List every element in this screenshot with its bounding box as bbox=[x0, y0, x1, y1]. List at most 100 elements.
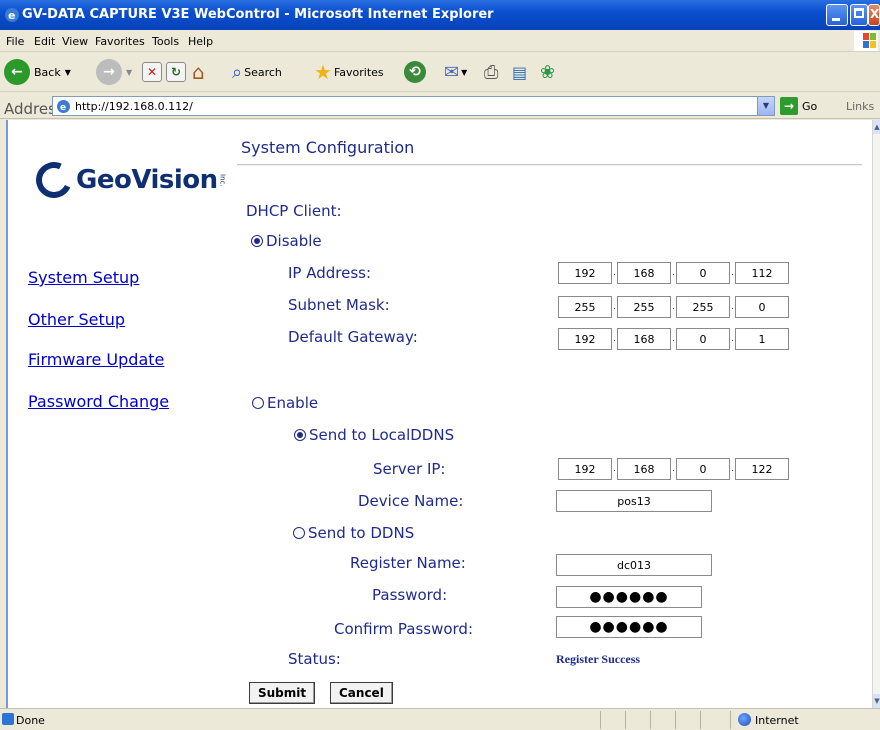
localddns-label: Send to LocalDDNS bbox=[309, 426, 455, 444]
dropdown-arrow-icon: ▼ bbox=[126, 67, 133, 77]
toolbar: ← Back ▼ → ▼ ✕ ↻ ⌂ ⌕ Search ★ Favorites … bbox=[0, 52, 880, 92]
forward-button[interactable]: → ▼ bbox=[96, 58, 132, 86]
status-bar: Done Internet bbox=[0, 708, 880, 730]
address-input[interactable]: e http://192.168.0.112/ ▼ bbox=[52, 96, 775, 116]
default-gateway-label: Default Gateway: bbox=[288, 328, 418, 346]
edit-button[interactable]: ▤ bbox=[512, 58, 527, 86]
favorites-button[interactable]: ★ Favorites bbox=[314, 58, 384, 86]
history-icon: ⟲ bbox=[404, 61, 426, 83]
scroll-up-icon[interactable]: ▲ bbox=[873, 120, 880, 134]
menu-tools[interactable]: Tools bbox=[152, 35, 179, 48]
status-divider bbox=[730, 711, 731, 729]
device-name-input[interactable] bbox=[556, 490, 712, 512]
menu-help[interactable]: Help bbox=[188, 35, 213, 48]
vertical-scrollbar[interactable]: ▲ ▼ bbox=[872, 120, 880, 708]
history-button[interactable]: ⟲ bbox=[404, 58, 426, 86]
send-to-ddns-radio[interactable]: Send to DDNS bbox=[293, 524, 414, 542]
gateway-octet-2[interactable] bbox=[617, 328, 671, 350]
radio-unselected-icon bbox=[252, 397, 264, 409]
server-ip-octet-2[interactable] bbox=[617, 458, 671, 480]
address-dropdown-icon[interactable]: ▼ bbox=[757, 97, 774, 115]
ddns-label: Send to DDNS bbox=[308, 524, 415, 542]
messenger-button[interactable]: ❀ bbox=[540, 58, 555, 86]
go-button[interactable]: → Go bbox=[780, 97, 817, 115]
svg-text:e: e bbox=[8, 9, 15, 22]
refresh-button[interactable]: ↻ bbox=[166, 58, 186, 86]
confirm-password-input[interactable] bbox=[556, 616, 702, 638]
menu-favorites[interactable]: Favorites bbox=[95, 35, 145, 48]
search-label: Search bbox=[244, 65, 282, 79]
radio-unselected-icon bbox=[293, 527, 305, 539]
menu-edit[interactable]: Edit bbox=[34, 35, 55, 48]
register-name-label: Register Name: bbox=[350, 554, 466, 572]
maximize-button[interactable] bbox=[850, 4, 868, 26]
ip-octet-2[interactable] bbox=[617, 262, 671, 284]
geovision-logo: GeoVision Inc. bbox=[30, 156, 227, 204]
server-ip-octet-3[interactable] bbox=[676, 458, 730, 480]
dropdown-arrow-icon: ▼ bbox=[461, 67, 468, 77]
favorites-label: Favorites bbox=[333, 65, 384, 79]
svg-text:e: e bbox=[60, 103, 66, 113]
title-divider bbox=[237, 164, 862, 166]
status-divider bbox=[700, 711, 701, 729]
back-button[interactable]: ← Back ▼ bbox=[4, 58, 71, 86]
ip-address-field: . . . bbox=[558, 262, 789, 284]
subnet-octet-1[interactable] bbox=[558, 296, 612, 318]
internet-globe-icon bbox=[738, 713, 751, 726]
nav-other-setup[interactable]: Other Setup bbox=[28, 310, 125, 329]
go-arrow-icon: → bbox=[780, 97, 798, 115]
mail-icon: ✉ bbox=[444, 61, 460, 83]
gateway-octet-1[interactable] bbox=[558, 328, 612, 350]
cancel-button[interactable]: Cancel bbox=[330, 682, 393, 704]
nav-password-change[interactable]: Password Change bbox=[28, 392, 169, 411]
search-button[interactable]: ⌕ Search bbox=[232, 58, 282, 86]
radio-selected-icon bbox=[251, 235, 263, 247]
browser-window: e GV-DATA CAPTURE V3E WebControl - Micro… bbox=[0, 0, 880, 730]
nav-system-setup[interactable]: System Setup bbox=[28, 268, 139, 287]
ip-octet-1[interactable] bbox=[558, 262, 612, 284]
subnet-octet-4[interactable] bbox=[735, 296, 789, 318]
minimize-icon bbox=[832, 18, 840, 21]
password-input[interactable] bbox=[556, 586, 702, 608]
disable-radio[interactable]: Disable bbox=[251, 232, 322, 250]
dropdown-arrow-icon: ▼ bbox=[64, 67, 71, 77]
home-button[interactable]: ⌂ bbox=[192, 58, 205, 86]
star-icon: ★ bbox=[314, 60, 332, 84]
mail-button[interactable]: ✉ ▼ bbox=[444, 58, 467, 86]
title-bar: e GV-DATA CAPTURE V3E WebControl - Micro… bbox=[0, 0, 880, 30]
enable-label: Enable bbox=[267, 394, 319, 412]
gateway-octet-3[interactable] bbox=[676, 328, 730, 350]
enable-radio[interactable]: Enable bbox=[252, 394, 318, 412]
device-name-label: Device Name: bbox=[358, 492, 464, 510]
links-button[interactable]: Links bbox=[846, 100, 874, 113]
server-ip-octet-4[interactable] bbox=[735, 458, 789, 480]
status-divider bbox=[600, 711, 601, 729]
minimize-button[interactable] bbox=[826, 4, 848, 26]
address-bar: Address e http://192.168.0.112/ ▼ → Go L… bbox=[0, 93, 880, 119]
gateway-octet-4[interactable] bbox=[735, 328, 789, 350]
web-page: GeoVision Inc. System Setup Other Setup … bbox=[6, 120, 872, 708]
ip-address-label: IP Address: bbox=[288, 264, 372, 282]
go-label: Go bbox=[802, 99, 818, 113]
status-label: Status: bbox=[288, 650, 341, 668]
messenger-icon: ❀ bbox=[540, 61, 556, 83]
server-ip-label: Server IP: bbox=[373, 460, 446, 478]
ip-octet-3[interactable] bbox=[676, 262, 730, 284]
menu-view[interactable]: View bbox=[62, 35, 88, 48]
window-title: GV-DATA CAPTURE V3E WebControl - Microso… bbox=[22, 7, 494, 22]
subnet-octet-3[interactable] bbox=[676, 296, 730, 318]
print-button[interactable]: ⎙ bbox=[484, 58, 498, 86]
ip-octet-4[interactable] bbox=[735, 262, 789, 284]
close-button[interactable]: X bbox=[868, 4, 880, 26]
nav-firmware-update[interactable]: Firmware Update bbox=[28, 350, 164, 369]
send-to-localddns-radio[interactable]: Send to LocalDDNS bbox=[294, 426, 454, 444]
register-name-input[interactable] bbox=[556, 554, 712, 576]
subnet-octet-2[interactable] bbox=[617, 296, 671, 318]
submit-button[interactable]: Submit bbox=[249, 682, 316, 704]
menu-file[interactable]: File bbox=[6, 35, 24, 48]
logo-mark-icon bbox=[30, 156, 78, 204]
stop-button[interactable]: ✕ bbox=[142, 58, 162, 86]
server-ip-octet-1[interactable] bbox=[558, 458, 612, 480]
default-gateway-field: . . . bbox=[558, 328, 789, 350]
scroll-down-icon[interactable]: ▼ bbox=[873, 694, 880, 708]
